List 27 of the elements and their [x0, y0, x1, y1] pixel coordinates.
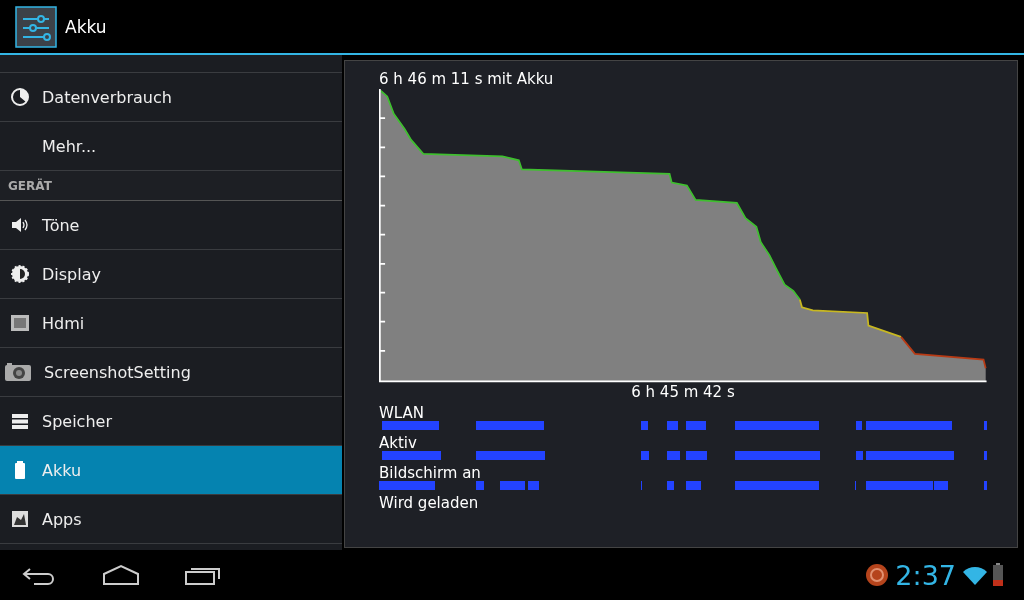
settings-menu-item[interactable]: ScreenshotSetting — [0, 348, 342, 397]
settings-menu-item[interactable]: Akku — [0, 446, 342, 495]
time-axis-label: 6 h 45 m 42 s — [630, 383, 736, 401]
brightness-icon — [10, 264, 30, 284]
notification-icon[interactable] — [865, 563, 890, 587]
storage-icon — [10, 411, 30, 431]
speaker-icon — [10, 215, 30, 235]
camera-icon — [4, 362, 32, 382]
wifi-icon — [962, 564, 988, 586]
home-icon[interactable] — [102, 564, 140, 586]
signal-label: WLAN — [379, 404, 424, 422]
settings-menu-item[interactable]: Töne — [0, 201, 342, 250]
settings-menu-item[interactable]: Display — [0, 250, 342, 299]
settings-menu-item[interactable]: Datenverbrauch — [0, 73, 342, 122]
apps-icon — [10, 509, 30, 529]
settings-menu-item[interactable]: Hdmi — [0, 299, 342, 348]
signal-label: Bildschirm an — [379, 464, 481, 482]
chip-icon — [10, 313, 30, 333]
signal-label: Wird geladen — [379, 494, 479, 512]
battery-status-icon — [992, 563, 1004, 587]
battery-duration-label: 6 h 46 m 11 s mit Akku — [379, 69, 555, 89]
settings-icon[interactable] — [15, 5, 57, 48]
pie-chart-icon — [10, 87, 30, 107]
clock: 2:37 — [895, 559, 956, 591]
screen-title: Akku — [65, 16, 107, 37]
signal-label: Aktiv — [379, 434, 417, 452]
settings-menu-item[interactable]: Apps — [0, 495, 342, 544]
